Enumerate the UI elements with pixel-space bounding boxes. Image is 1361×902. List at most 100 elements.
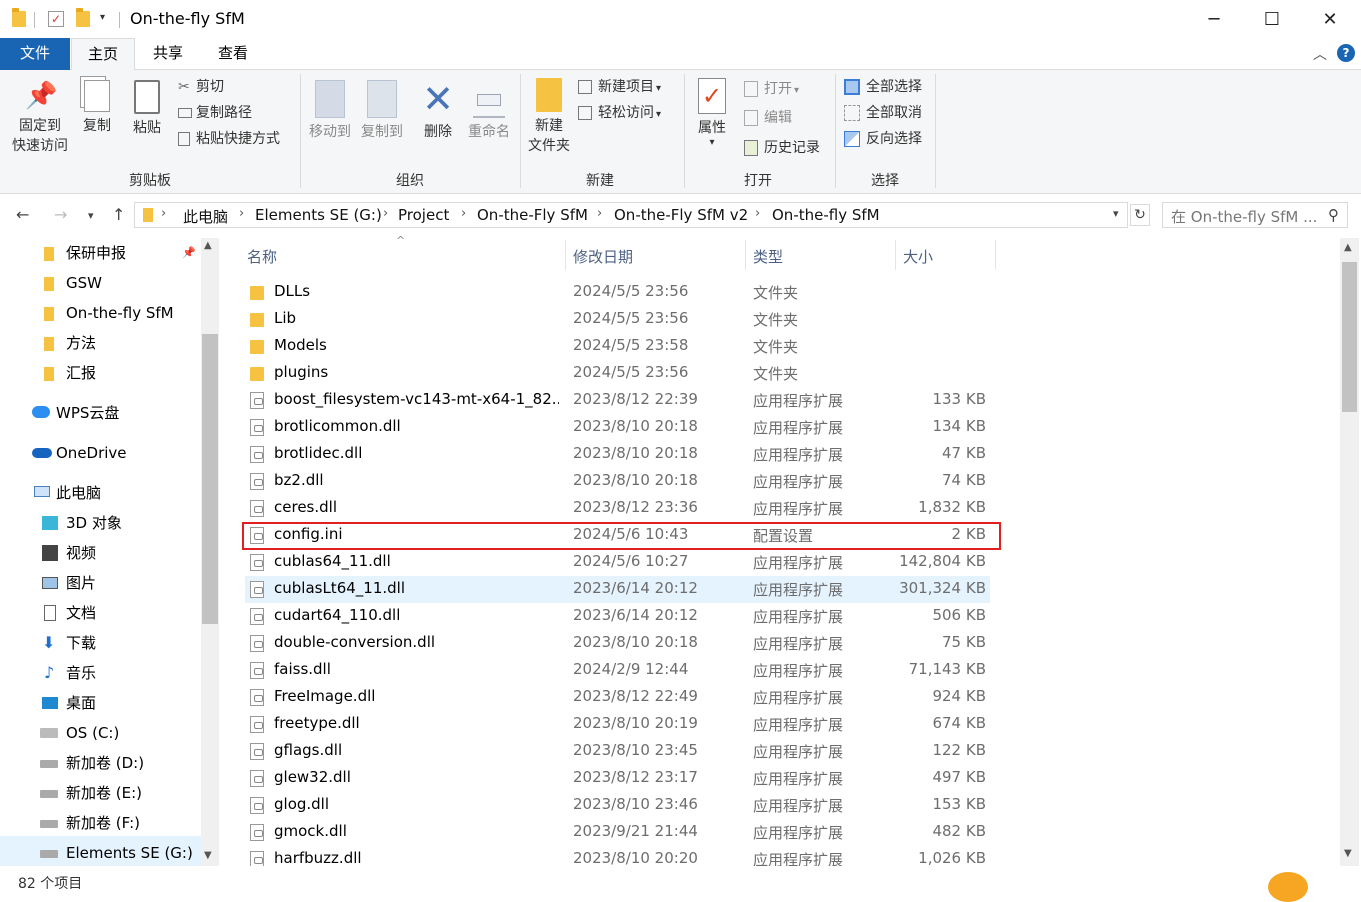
paste-button[interactable]: 粘贴 [126,80,168,138]
table-row[interactable]: faiss.dll 2024/2/9 12:44 应用程序扩展 71,143 KB [245,657,990,684]
copy-to-button[interactable]: 复制到 [356,80,408,142]
table-row[interactable]: Models 2024/5/5 23:58 文件夹 [245,333,990,360]
copy-button[interactable]: 复制 [78,80,116,136]
rename-button[interactable]: 重命名 [462,80,516,142]
new-item-button[interactable]: 新建项目 ▾ [578,76,661,98]
column-header-type[interactable]: 类型 [753,246,783,267]
breadcrumb-on-the-fly-sfm[interactable]: On-the-Fly SfM [477,206,588,224]
table-row[interactable]: DLLs 2024/5/5 23:56 文件夹 [245,279,990,306]
scroll-down-icon[interactable]: ▼ [1344,848,1352,859]
table-row[interactable]: glog.dll 2023/8/10 23:46 应用程序扩展 153 KB [245,792,990,819]
table-row[interactable]: plugins 2024/5/5 23:56 文件夹 [245,360,990,387]
table-row[interactable]: bz2.dll 2023/8/10 20:18 应用程序扩展 74 KB [245,468,990,495]
nav-pc-item[interactable]: 视频 [40,538,96,568]
table-row[interactable]: glew32.dll 2023/8/12 23:17 应用程序扩展 497 KB [245,765,990,792]
select-none-button[interactable]: 全部取消 [844,102,922,124]
address-bar[interactable]: › 此电脑 › Elements SE (G:) › Project › On-… [134,202,1128,228]
nav-quick-item[interactable]: 汇报 [40,358,96,388]
properties-check-icon[interactable]: ✓ [48,11,64,27]
nav-pc-item[interactable]: 新加卷 (F:) [40,808,140,838]
nav-quick-item[interactable]: On-the-fly SfM [40,298,174,328]
column-divider[interactable] [895,240,896,270]
properties-button[interactable]: ✓ 属性 ▾ [690,78,734,148]
nav-quick-item[interactable]: 保研申报 [40,238,126,268]
new-folder-icon[interactable] [76,8,90,27]
select-all-button[interactable]: 全部选择 [844,76,922,98]
breadcrumb-drive-g[interactable]: Elements SE (G:) [255,206,382,224]
scroll-up-icon[interactable]: ▲ [204,240,212,251]
pin-to-quick-access-button[interactable]: 📌 固定到 快速访问 [6,80,74,156]
edit-button[interactable]: 编辑 [744,107,792,129]
up-arrow-icon[interactable]: ↑ [112,205,125,224]
scroll-down-icon[interactable]: ▼ [204,850,212,861]
nav-scrollbar-thumb[interactable] [202,334,218,624]
column-header-date[interactable]: 修改日期 [573,246,633,267]
close-button[interactable]: ✕ [1301,0,1359,38]
paste-shortcut-button[interactable]: 粘贴快捷方式 [178,128,280,150]
breadcrumb-this-pc[interactable]: 此电脑 [183,206,228,227]
address-dropdown-icon[interactable]: ▾ [1113,207,1119,220]
nav-pc-item[interactable]: OS (C:) [40,718,119,748]
table-row[interactable]: boost_filesystem-vc143-mt-x64-1_82... 202… [245,387,990,414]
nav-wps-cloud[interactable]: WPS云盘 [30,398,119,428]
nav-quick-item[interactable]: 方法 [40,328,96,358]
table-row[interactable]: cudart64_110.dll 2023/6/14 20:12 应用程序扩展 506… [245,603,990,630]
table-row[interactable]: cublas64_11.dll 2024/5/6 10:27 应用程序扩展 142,8… [245,549,990,576]
nav-onedrive[interactable]: OneDrive [30,438,127,468]
breadcrumb-project[interactable]: Project [398,206,449,224]
table-row[interactable]: brotlicommon.dll 2023/8/10 20:18 应用程序扩展 134… [245,414,990,441]
breadcrumb-v2[interactable]: On-the-Fly SfM v2 [614,206,748,224]
table-row[interactable]: ceres.dll 2023/8/12 23:36 应用程序扩展 1,832 KB [245,495,990,522]
customize-quick-access-icon[interactable]: ▾ [100,12,105,23]
table-row[interactable]: freetype.dll 2023/8/10 20:19 应用程序扩展 674 KB [245,711,990,738]
open-button[interactable]: 打开 ▾ [744,78,799,100]
column-divider[interactable] [745,240,746,270]
table-row[interactable]: brotlidec.dll 2023/8/10 20:18 应用程序扩展 47 KB [245,441,990,468]
table-row[interactable]: cublasLt64_11.dll 2023/6/14 20:12 应用程序扩展 30… [245,576,990,603]
column-header-name[interactable]: 名称 [247,246,277,267]
help-icon[interactable]: ? [1337,44,1355,62]
tab-file[interactable]: 文件 [0,38,70,70]
column-divider[interactable] [995,240,996,270]
nav-pc-item[interactable]: 图片 [40,568,96,598]
tab-view[interactable]: 查看 [205,38,261,70]
scroll-up-icon[interactable]: ▲ [1344,242,1352,253]
table-row[interactable]: gflags.dll 2023/8/10 23:45 应用程序扩展 122 KB [245,738,990,765]
table-row[interactable]: double-conversion.dll 2023/8/10 20:18 应用程序… [245,630,990,657]
nav-pc-item[interactable]: ⬇ 下载 [40,628,96,658]
nav-pc-item-selected[interactable]: Elements SE (G:) [40,838,193,868]
table-row[interactable]: FreeImage.dll 2023/8/12 22:49 应用程序扩展 924 KB [245,684,990,711]
file-scrollbar-thumb[interactable] [1342,262,1357,412]
nav-pc-item[interactable]: 新加卷 (D:) [40,748,144,778]
breadcrumb-current[interactable]: On-the-fly SfM [772,206,880,224]
table-row[interactable]: gmock.dll 2023/9/21 21:44 应用程序扩展 482 KB [245,819,990,846]
table-row[interactable]: Lib 2024/5/5 23:56 文件夹 [245,306,990,333]
recent-locations-chevron-icon[interactable]: ▾ [88,209,94,222]
search-input[interactable]: 在 On-the-fly SfM ... ⚲ [1162,202,1348,228]
nav-pc-item[interactable]: 文档 [40,598,96,628]
nav-this-pc[interactable]: 此电脑 [34,478,101,508]
nav-pc-item[interactable]: ♪ 音乐 [40,658,96,688]
nav-pc-item[interactable]: 3D 对象 [40,508,122,538]
nav-pc-item[interactable]: 桌面 [40,688,96,718]
history-button[interactable]: 历史记录 [744,137,820,159]
refresh-icon[interactable]: ↻ [1130,204,1150,226]
delete-button[interactable]: ✕ 删除 [418,80,458,142]
copy-path-button[interactable]: 复制路径 [178,102,252,124]
collapse-ribbon-icon[interactable]: ︿ [1313,44,1327,64]
invert-selection-button[interactable]: 反向选择 [844,128,922,150]
move-to-button[interactable]: 移动到 [304,80,356,142]
tab-share[interactable]: 共享 [140,38,196,70]
back-arrow-icon[interactable]: ← [16,205,29,224]
minimize-button[interactable]: ─ [1185,0,1243,38]
new-folder-button[interactable]: 新建 文件夹 [524,78,574,156]
column-header-size[interactable]: 大小 [903,246,933,267]
maximize-button[interactable]: ☐ [1243,0,1301,38]
cut-button[interactable]: ✂ 剪切 [178,76,224,98]
column-divider[interactable] [565,240,566,270]
nav-pc-item[interactable]: 新加卷 (E:) [40,778,142,808]
nav-quick-item[interactable]: GSW [40,268,102,298]
forward-arrow-icon[interactable]: → [54,205,67,224]
easy-access-button[interactable]: 轻松访问 ▾ [578,102,661,124]
tab-home[interactable]: 主页 [71,38,135,71]
